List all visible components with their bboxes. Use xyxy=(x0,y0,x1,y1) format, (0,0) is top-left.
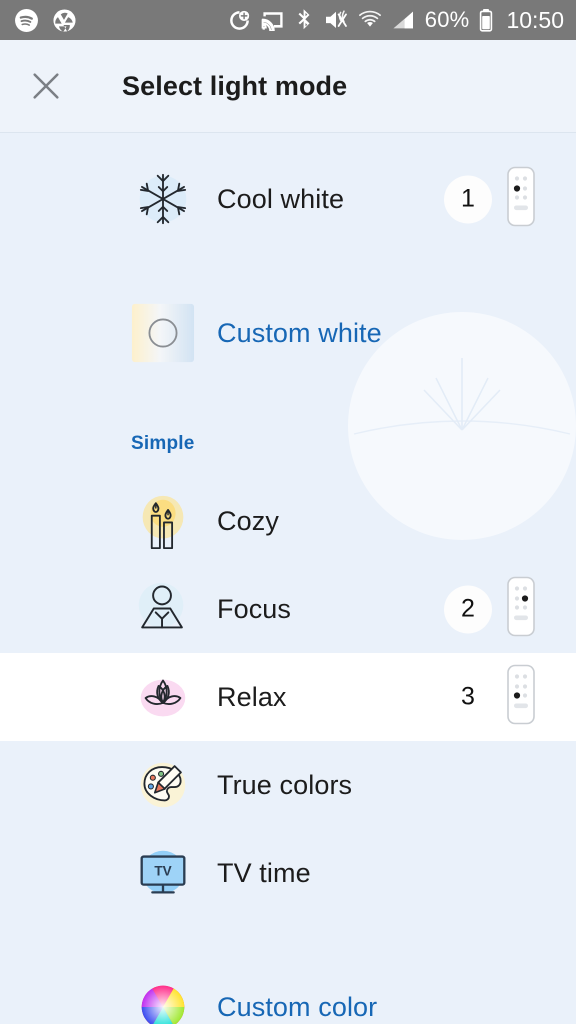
list-item-label: Cool white xyxy=(217,183,345,214)
white-gradient-swatch-icon xyxy=(131,301,195,365)
svg-text:TV: TV xyxy=(154,863,171,878)
list-item-cozy[interactable]: Cozy xyxy=(0,477,576,565)
list-item-trailing: 3 xyxy=(444,664,536,731)
list-item-label: TV time xyxy=(217,857,311,888)
lotus-icon xyxy=(131,665,195,729)
color-wheel-icon xyxy=(131,975,195,1024)
list-item-relax[interactable]: Relax 3 xyxy=(0,653,576,741)
clock-label: 10:50 xyxy=(506,6,564,33)
tv-icon: TV xyxy=(131,841,195,905)
cast-icon xyxy=(261,9,285,31)
status-bar-right-icons: 60% 10:50 xyxy=(228,8,564,32)
remote-control-icon[interactable] xyxy=(506,664,536,731)
paint-palette-icon xyxy=(131,753,195,817)
remote-control-icon[interactable] xyxy=(506,576,536,643)
section-header-simple: Simple xyxy=(131,433,195,454)
candles-icon xyxy=(131,489,195,553)
status-bar-left-icons xyxy=(14,8,77,33)
battery-percent-label: 60% xyxy=(424,7,470,32)
row-gap-2 xyxy=(0,917,576,963)
list-item-label: True colors xyxy=(217,769,353,800)
list-item-label: Focus xyxy=(217,593,292,624)
list-item-custom-color[interactable]: Custom color xyxy=(0,963,576,1024)
page-title: Select light mode xyxy=(122,70,348,101)
snowflake-icon xyxy=(131,167,195,231)
dialog-header: Select light mode xyxy=(0,40,576,133)
bluetooth-icon xyxy=(295,8,314,32)
app-root: 60% 10:50 Select light mode Cool white 1… xyxy=(0,0,576,1024)
light-mode-list: Cool white 1 Custom white Simple Cozy Fo… xyxy=(0,133,576,1024)
list-item-focus[interactable]: Focus 2 xyxy=(0,565,576,653)
list-item-label: Cozy xyxy=(217,505,279,536)
status-badge: 1 xyxy=(444,175,492,223)
list-item-custom-white[interactable]: Custom white xyxy=(0,289,576,377)
list-item-label: Relax xyxy=(217,681,287,712)
section-header-gap xyxy=(0,455,576,477)
person-desk-icon xyxy=(131,577,195,641)
list-item-label: Custom white xyxy=(217,317,382,348)
remote-control-icon[interactable] xyxy=(506,166,536,233)
row-gap-1 xyxy=(0,243,576,289)
list-item-tv-time[interactable]: TV TV time xyxy=(0,829,576,917)
list-top-spacer xyxy=(0,133,576,155)
list-item-true-colors[interactable]: True colors xyxy=(0,741,576,829)
status-bar: 60% 10:50 xyxy=(0,0,576,40)
spotify-icon xyxy=(14,8,39,33)
camera-aperture-icon xyxy=(52,8,77,33)
status-badge: 3 xyxy=(461,682,475,711)
close-icon xyxy=(33,73,59,99)
list-item-cool-white[interactable]: Cool white 1 xyxy=(0,155,576,243)
data-saver-icon xyxy=(228,9,251,32)
cellular-signal-icon xyxy=(392,10,415,30)
battery-icon xyxy=(479,8,493,32)
close-button[interactable] xyxy=(18,58,74,114)
vibrate-mute-icon xyxy=(324,9,348,31)
status-badge: 2 xyxy=(444,585,492,633)
wifi-icon xyxy=(358,10,382,30)
list-item-trailing: 1 xyxy=(444,166,536,233)
list-item-label: Custom color xyxy=(217,991,378,1022)
list-item-trailing: 2 xyxy=(444,576,536,643)
